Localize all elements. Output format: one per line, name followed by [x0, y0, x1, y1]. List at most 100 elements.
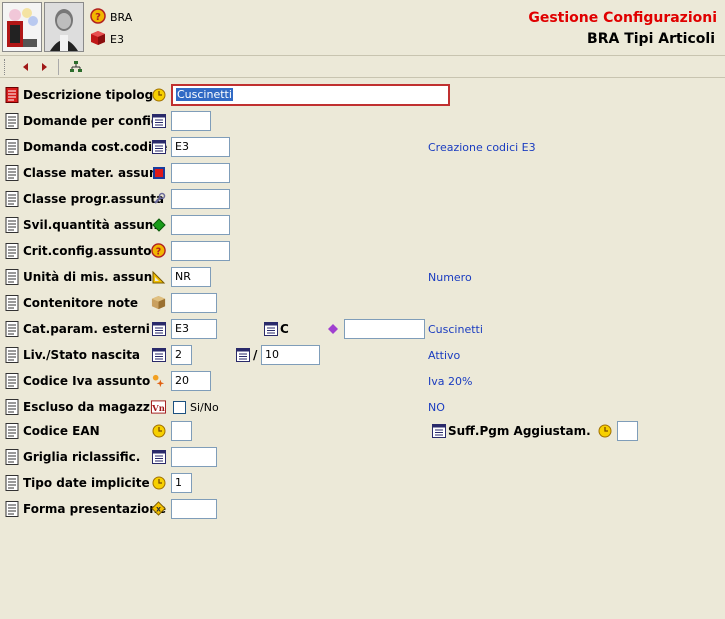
toolbar-grip [4, 59, 6, 75]
input-forma-presentazione[interactable] [171, 499, 217, 519]
sparkle-icon[interactable] [151, 373, 166, 388]
doc-icon[interactable] [5, 269, 19, 285]
green-diamond-icon[interactable] [151, 217, 166, 232]
wrench-icon[interactable] [151, 191, 166, 206]
field-label-classe-mater-assun: Classe mater. assun. [23, 166, 163, 180]
arrow-left-icon [23, 63, 28, 71]
input-value-tipo-date-implicite: 1 [175, 476, 182, 489]
input-classe-mater-assun[interactable] [171, 163, 230, 183]
purple-diamond-icon[interactable] [325, 321, 340, 336]
extra-input-codice-ean[interactable] [617, 421, 638, 441]
next-button[interactable] [36, 59, 52, 75]
question-circle-icon[interactable]: ? [151, 243, 166, 258]
header: ? BRA E3 Gestione Configurazioni BRA Tip… [0, 0, 725, 56]
field-label-codice-ean: Codice EAN [23, 424, 100, 438]
input-griglia-riclassific[interactable] [171, 447, 217, 467]
description-unita-di-mis-assun: Numero [428, 271, 472, 284]
prev-button[interactable] [18, 59, 34, 75]
table-icon[interactable] [235, 347, 250, 362]
form-row-tipo-date-implicite: Tipo date implicite 1 [0, 472, 725, 494]
input-classe-progr-assunta[interactable] [171, 189, 230, 209]
input-value-cat-param-esterni: E3 [175, 322, 189, 335]
doc-icon[interactable] [5, 399, 19, 415]
box-icon[interactable] [151, 295, 166, 310]
header-item-bra[interactable]: ? BRA [90, 7, 133, 26]
input-codice-ean[interactable] [171, 421, 192, 441]
description-liv-stato-nascita: Attivo [428, 349, 461, 362]
extra-input-cat-param-esterni[interactable] [344, 319, 425, 339]
toolbar [0, 56, 725, 78]
doc-icon[interactable] [5, 165, 19, 181]
form-row-cat-param-esterni: Cat.param. esterni E3 C Cuscinetti [0, 318, 725, 340]
input-contenitore-note[interactable] [171, 293, 217, 313]
svg-text:Vn: Vn [151, 402, 165, 412]
checkbox-label-escluso-da-magazz: Si/No [190, 401, 219, 414]
input-cat-param-esterni[interactable]: E3 [171, 319, 217, 339]
extra-label-codice-ean: Suff.Pgm Aggiustam. [448, 424, 591, 438]
input-unita-di-mis-assun[interactable]: NR [171, 267, 211, 287]
warning-x-icon[interactable]: x [151, 501, 166, 516]
table-icon[interactable] [263, 321, 278, 336]
tree-view-button[interactable] [68, 59, 84, 75]
doc-icon[interactable] [5, 475, 19, 491]
doc-icon[interactable] [5, 191, 19, 207]
field-label-forma-presentazione: Forma presentazione [23, 502, 166, 516]
form-row-domanda-cost-codice: Domanda cost.codice E3 Creazione codici E3 [0, 136, 725, 158]
input-2-liv-stato-nascita[interactable]: 10 [261, 345, 320, 365]
doc-icon[interactable] [5, 373, 19, 389]
input-value-descrizione-tipolog: Cuscinetti [176, 88, 233, 101]
checkbox-escluso-da-magazz[interactable] [173, 401, 186, 414]
input-value-unita-di-mis-assun: NR [175, 270, 191, 283]
doc-icon[interactable] [5, 217, 19, 233]
input-liv-stato-nascita[interactable]: 2 [171, 345, 192, 365]
doc-icon[interactable] [5, 423, 19, 439]
form-row-codice-iva-assunto: Codice Iva assunto 20 Iva 20% [0, 370, 725, 392]
header-item-bra-label: BRA [110, 10, 133, 24]
app-logo-image [2, 2, 42, 52]
clock-icon[interactable] [151, 423, 166, 438]
table-icon[interactable] [151, 321, 166, 336]
clock-icon[interactable] [151, 87, 166, 102]
input-crit-config-assunto[interactable] [171, 241, 230, 261]
doc-icon[interactable] [5, 139, 19, 155]
vn-icon[interactable]: Vn [151, 399, 166, 414]
doc-icon[interactable] [5, 243, 19, 259]
red-cube-icon [90, 30, 106, 49]
table-icon[interactable] [151, 113, 166, 128]
description-domanda-cost-codice: Creazione codici E3 [428, 141, 536, 154]
doc-icon[interactable] [5, 295, 19, 311]
doc-icon[interactable] [5, 347, 19, 363]
table-icon[interactable] [431, 423, 446, 438]
extra-label-cat-param-esterni: C [280, 322, 289, 336]
table-icon[interactable] [151, 139, 166, 154]
doc-icon[interactable] [5, 501, 19, 517]
red-square-icon[interactable] [151, 165, 166, 180]
input-descrizione-tipolog[interactable]: Cuscinetti [171, 84, 450, 106]
doc-icon[interactable] [5, 321, 19, 337]
doc-red-icon[interactable] [5, 87, 19, 103]
table-icon[interactable] [151, 449, 166, 464]
clock-icon[interactable] [151, 475, 166, 490]
form-row-domande-per-config: Domande per config. [0, 110, 725, 132]
form-row-codice-ean: Codice EAN Suff.Pgm Aggiustam. [0, 420, 725, 442]
separator-liv-stato-nascita: / [253, 348, 258, 362]
input-domande-per-config[interactable] [171, 111, 211, 131]
doc-icon[interactable] [5, 449, 19, 465]
clock-icon[interactable] [597, 423, 612, 438]
field-label-codice-iva-assunto: Codice Iva assunto [23, 374, 151, 388]
input-domanda-cost-codice[interactable]: E3 [171, 137, 230, 157]
doc-icon[interactable] [5, 113, 19, 129]
form-row-griglia-riclassific: Griglia riclassific. [0, 446, 725, 468]
input-svil-quantita-assun[interactable] [171, 215, 230, 235]
table-icon[interactable] [151, 347, 166, 362]
input-value-codice-iva-assunto: 20 [175, 374, 189, 387]
header-item-e3[interactable]: E3 [90, 30, 124, 48]
field-label-tipo-date-implicite: Tipo date implicite [23, 476, 150, 490]
field-label-escluso-da-magazz: Escluso da magazz. [23, 400, 155, 414]
ruler-triangle-icon[interactable] [151, 269, 166, 284]
input-tipo-date-implicite[interactable]: 1 [171, 473, 192, 493]
field-label-griglia-riclassific: Griglia riclassific. [23, 450, 141, 464]
arrow-right-icon [42, 63, 47, 71]
user-avatar [44, 2, 84, 52]
input-codice-iva-assunto[interactable]: 20 [171, 371, 211, 391]
